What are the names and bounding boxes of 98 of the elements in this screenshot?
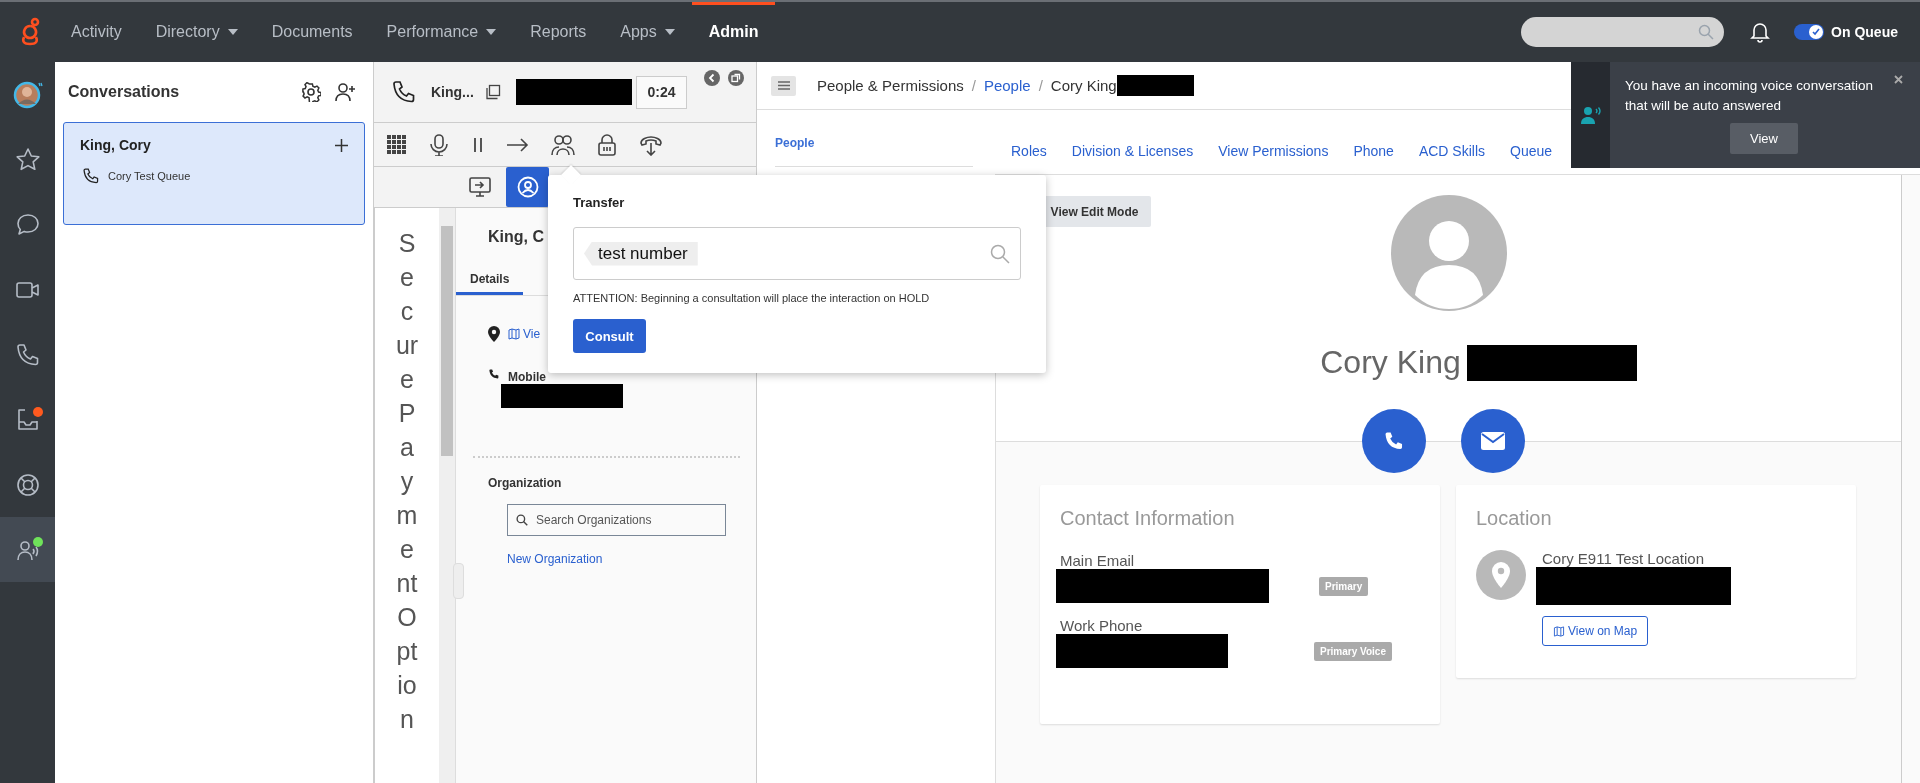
lifebuoy-icon: [14, 471, 41, 498]
breadcrumb-separator: /: [971, 77, 976, 94]
consult-button[interactable]: Consult: [573, 319, 646, 353]
caret-icon: [227, 29, 238, 35]
logo-icon[interactable]: [19, 17, 41, 47]
phone-icon: [1383, 430, 1405, 452]
screen-share-icon: [469, 176, 491, 198]
hang-up-icon[interactable]: [639, 133, 663, 156]
search-icon: [516, 514, 528, 526]
bell-icon[interactable]: [1750, 21, 1771, 43]
tab[interactable]: Details: [456, 272, 524, 295]
popup-title: Transfer: [573, 195, 626, 210]
section-label: Organization: [488, 476, 563, 490]
lock-icon[interactable]: [597, 133, 617, 156]
close-icon[interactable]: [1894, 75, 1903, 84]
view-button[interactable]: View: [1730, 123, 1798, 154]
restore-icon[interactable]: [728, 70, 744, 86]
nav-item[interactable]: Reports: [513, 2, 604, 62]
location-name: Cory E911 Test Location: [1542, 550, 1706, 567]
caret-icon: [486, 29, 497, 35]
side-label: S e c ur e P a y m e nt O pt io n: [374, 208, 439, 783]
tab[interactable]: ACD Skills: [1418, 143, 1486, 159]
subnav-item[interactable]: People: [775, 133, 973, 167]
notification-message: You have an incoming voice conversation that will be auto answered: [1625, 77, 1874, 115]
contact-name: King, Cory: [80, 137, 151, 153]
star-icon: [14, 146, 41, 173]
person-name: Cory King: [1320, 344, 1461, 381]
scrollbar[interactable]: [439, 208, 455, 783]
transfer-search-field[interactable]: test number: [573, 227, 1021, 280]
tab[interactable]: View Permissions: [1218, 143, 1329, 159]
nav-item[interactable]: Performance: [369, 2, 514, 62]
pause-icon[interactable]: [471, 136, 485, 153]
person-circle-icon: [516, 176, 539, 198]
phone-icon: [488, 368, 500, 380]
microphone-icon[interactable]: [429, 133, 449, 156]
contact-name: King, C: [488, 228, 545, 246]
breadcrumb-separator: /: [1038, 77, 1043, 94]
new-organization-link[interactable]: New Organization: [507, 552, 603, 566]
contact-button[interactable]: [506, 167, 549, 207]
field-label: Main Email: [1060, 552, 1136, 569]
arrow-right-icon[interactable]: [507, 137, 529, 152]
nav-item[interactable]: Activity: [61, 2, 139, 62]
voice-agent-icon: [1580, 106, 1601, 124]
resize-handle[interactable]: [453, 563, 464, 599]
tab[interactable]: Phone: [1353, 143, 1394, 159]
phone-icon: [391, 79, 417, 105]
search-field[interactable]: [1521, 17, 1725, 47]
avatar-icon: [1390, 195, 1507, 311]
search-token[interactable]: test number: [584, 241, 698, 266]
location-pin-icon: [488, 326, 500, 342]
panel-title: Conversations: [68, 83, 181, 101]
queue-label: On Queue: [1831, 24, 1898, 40]
nav-item[interactable]: Directory: [138, 2, 255, 62]
location-pin-icon: [1476, 550, 1526, 600]
plus-icon[interactable]: [335, 138, 348, 152]
queue-name: Cory Test Queue: [108, 170, 191, 182]
transfer-people-icon[interactable]: [551, 133, 575, 156]
phone-icon: [82, 167, 100, 185]
caret-icon: [664, 29, 675, 35]
map-icon: [1553, 625, 1565, 637]
check-icon: [1811, 27, 1822, 37]
view-on-map-button[interactable]: View on Map: [1542, 616, 1649, 646]
field-label: Work Phone: [1060, 617, 1144, 634]
tab[interactable]: Roles: [1011, 143, 1047, 159]
view-map-link[interactable]: Vie: [508, 327, 541, 341]
copy-icon[interactable]: [485, 84, 501, 100]
search-icon: [990, 243, 1010, 264]
avatar-icon: [12, 79, 43, 110]
breadcrumb-item: Cory King: [1050, 77, 1117, 94]
tab[interactable]: Queue: [1510, 143, 1553, 159]
nav-item[interactable]: Apps: [603, 2, 692, 62]
caller-name: King...: [431, 84, 475, 100]
nav-item[interactable]: Documents: [254, 2, 370, 62]
card-title: Location: [1476, 507, 1553, 530]
phone-icon: [14, 341, 41, 368]
attention-note: ATTENTION: Beginning a consultation will place the interaction on HOLD: [573, 292, 931, 304]
breadcrumb-item[interactable]: People: [983, 77, 1031, 94]
call-timer: 0:24: [636, 75, 687, 109]
breadcrumb-item: People & Permissions: [817, 77, 964, 94]
back-icon[interactable]: [704, 70, 720, 86]
nav-item[interactable]: Admin: [691, 2, 776, 62]
envelope-icon: [1481, 432, 1505, 450]
tag: Primary Voice: [1314, 641, 1392, 661]
add-person-icon[interactable]: [335, 82, 357, 102]
keypad-icon[interactable]: [387, 134, 407, 155]
tag: Primary: [1319, 576, 1369, 596]
search-icon: [1698, 24, 1715, 40]
conversation-card[interactable]: King, Cory Cory Test Queue: [63, 122, 365, 225]
card-title: Contact Information: [1060, 507, 1236, 530]
settings-icon[interactable]: [301, 82, 321, 102]
menu-icon: [777, 81, 790, 90]
tab[interactable]: Division & Licenses: [1071, 143, 1194, 159]
search-field[interactable]: Search Organizations: [507, 504, 726, 536]
menu-button[interactable]: [771, 75, 796, 96]
queue-toggle[interactable]: [1794, 24, 1825, 40]
map-icon: [508, 328, 520, 340]
chat-icon: [14, 211, 41, 238]
phone-label: Mobile: [508, 370, 546, 384]
